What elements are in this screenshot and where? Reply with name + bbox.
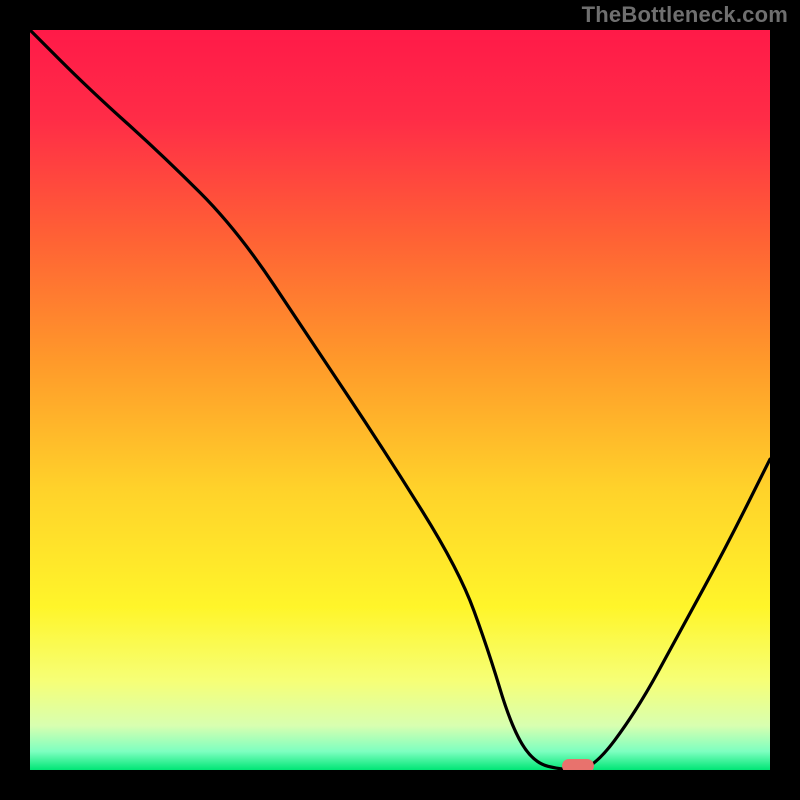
optimal-marker [562,759,594,770]
bottleneck-curve [30,30,770,770]
plot-area [30,30,770,770]
watermark-text: TheBottleneck.com [582,2,788,28]
chart-frame: TheBottleneck.com [0,0,800,800]
